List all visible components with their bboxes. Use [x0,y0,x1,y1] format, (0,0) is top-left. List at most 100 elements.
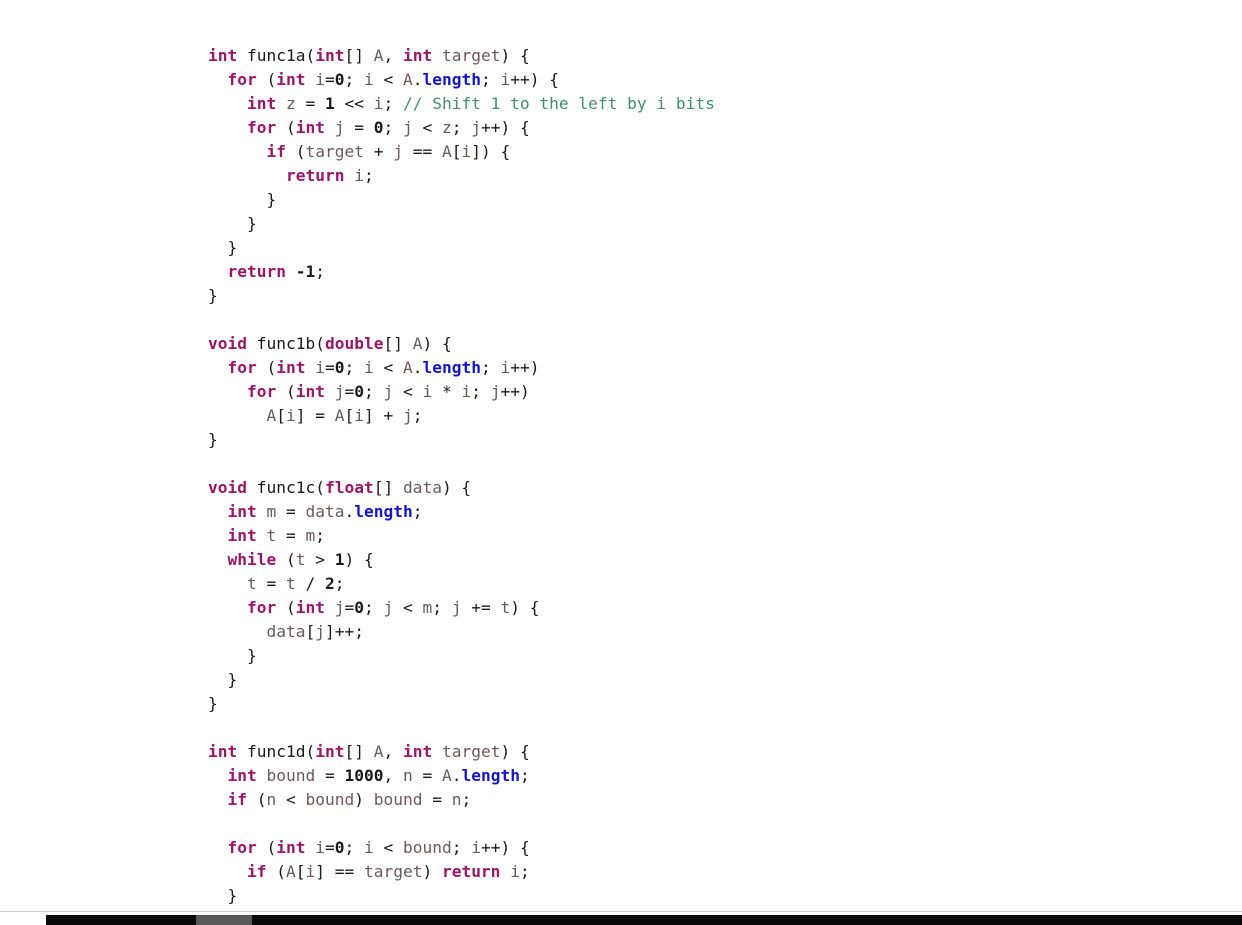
code-token-op: ; [432,598,452,618]
code-token-var: i [422,382,433,402]
code-token-op [432,742,442,761]
code-token-op: ( [276,598,296,618]
code-token-op: < [373,358,403,378]
code-token-op [432,46,442,65]
code-token-op: ) [354,790,374,810]
code-token-op: ( [256,70,277,90]
code-token-num: 0 [334,838,345,858]
code-token-var: bound [266,766,316,786]
code-token-op: ) { [344,550,374,570]
code-token-op [306,358,316,377]
code-token-op: [ [305,622,316,642]
code-token-op: ( [256,358,277,378]
code-token-op: ++) [510,358,540,378]
code-line: } [208,236,715,260]
code-token-kw: for [246,118,277,138]
code-token-op: [ [344,406,355,426]
horizontal-scrollbar-track[interactable] [46,915,1242,925]
code-line: for (int i=0; i < bound; i++) { [208,836,715,860]
code-token-var: n [402,766,413,786]
code-token-var: data [266,622,306,642]
code-token-op [208,526,228,545]
code-token-op: ) { [510,598,540,618]
code-token-var: A [334,406,345,426]
code-token-var: i [315,358,325,378]
code-token-var: A [403,70,413,90]
code-token-kw: int [295,598,325,618]
code-token-op [208,118,247,137]
code-token-op: ; [461,790,472,810]
source-code-listing[interactable]: int func1a(int[] A, int target) { for (i… [208,44,715,912]
code-token-prop: length [461,766,520,786]
code-token-op [208,622,266,641]
code-token-num: 0 [354,598,364,618]
code-token-kw: return [227,262,286,282]
code-token-op: ] = [295,406,335,426]
code-token-var: m [266,502,277,522]
code-token-var: i [305,862,316,882]
code-token-var: i [315,70,325,90]
code-token-var: i [285,406,296,426]
code-token-op: [] [373,478,403,498]
code-token-op: ( [276,118,296,138]
code-line: while (t > 1) { [208,548,715,572]
code-token-num: -1 [295,262,316,282]
code-line: int func1d(int[] A, int target) { [208,740,715,764]
code-line: for (int i=0; i < A.length; i++) [208,356,715,380]
code-token-op: = [344,598,355,618]
code-line: for (int j = 0; j < z; j++) { [208,116,715,140]
code-token-op: ]++; [324,622,364,642]
code-token-op: = [344,382,355,402]
code-token-op [208,406,266,425]
code-token-var: m [422,598,433,618]
code-token-op: ; [383,94,403,114]
code-token-op: [] [383,334,413,354]
code-token-op: } [208,886,238,906]
horizontal-scrollbar-thumb[interactable] [196,915,252,925]
code-token-var: i [364,70,374,90]
code-token-var: A [403,358,413,378]
code-token-op: = [325,838,335,858]
horizontal-scrollbar[interactable] [0,911,1242,925]
code-token-kw: int [276,358,306,378]
code-token-op [286,262,296,281]
code-token-op: ) { [500,46,530,66]
code-token-op: , [383,766,403,786]
code-token-op: * [432,382,462,402]
code-token-op [208,94,247,113]
code-token-kw: for [246,598,277,618]
code-token-kw: int [402,46,433,66]
code-token-op: ; [451,838,472,858]
code-token-op: . [344,502,355,522]
code-token-kw: int [208,742,238,762]
code-token-num: 0 [354,382,364,402]
code-token-var: n [451,790,462,810]
code-token-op: [] [344,742,374,762]
code-token-op [257,766,267,785]
code-line: return i; [208,164,715,188]
code-token-op: ] == [315,862,364,882]
code-line: return -1; [208,260,715,284]
code-token-var: n [266,790,277,810]
code-token-op: < [412,118,442,138]
code-line: void func1b(double[] A) { [208,332,715,356]
code-token-var: i [315,838,325,858]
code-token-op: } [208,694,218,714]
code-token-op: ; [451,118,472,138]
code-token-op: . [412,358,423,378]
code-token-op [237,46,247,65]
code-token-var: bound [305,790,355,810]
code-token-op: + [363,142,394,162]
code-token-op: ( [315,334,325,354]
code-token-var: target [441,742,501,762]
code-token-op [208,502,228,521]
code-token-op: , [383,46,403,66]
code-token-op: ; [363,598,384,618]
code-token-prop: length [422,358,481,378]
code-token-op: ++) [500,382,530,402]
code-token-op: ; [471,382,491,402]
code-token-var: target [363,862,423,882]
code-token-var: t [285,574,296,594]
